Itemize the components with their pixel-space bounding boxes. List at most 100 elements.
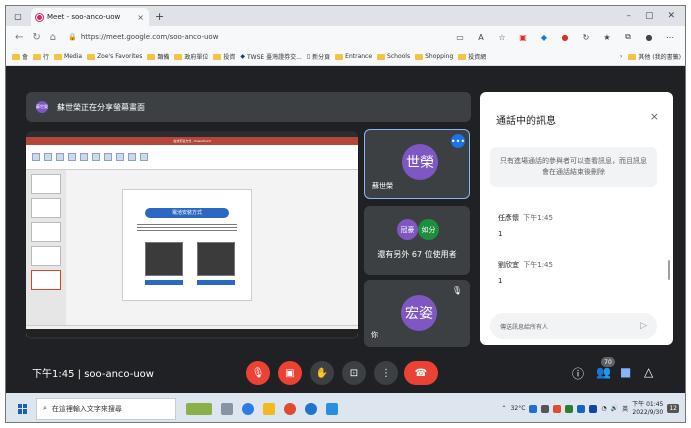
bookmark-folder[interactable]: 會 [12, 52, 28, 61]
folder-icon [335, 53, 344, 60]
back-icon[interactable]: ← [15, 32, 23, 43]
chat-button[interactable]: ■ [620, 365, 631, 379]
news-widget-icon[interactable] [186, 402, 212, 415]
notification-icon[interactable]: 12 [667, 404, 679, 413]
camera-off-icon: ▣ [285, 367, 295, 379]
mic-off-icon: 🎙 [251, 367, 265, 379]
app-available-icon[interactable]: ▭ [455, 32, 465, 42]
bookmark-folder[interactable]: 行 [33, 52, 49, 61]
tray-app-icon[interactable] [577, 404, 586, 413]
more-options-button[interactable]: ⋮ [374, 361, 398, 385]
bookmark-folder[interactable]: 類備 [147, 52, 169, 61]
bookmark-link[interactable]: ◆ TWSE 臺灣證券交... [240, 52, 301, 61]
extension-red2-icon[interactable]: ● [560, 32, 570, 42]
wifi-icon[interactable]: ◔ [601, 405, 606, 412]
meet-area: 蘇世榮 蘇世榮正在分享螢幕畫面 電池安裝方式 - PowerPoint 電池安裝… [6, 66, 685, 393]
refresh-extension-icon[interactable]: ↻ [581, 32, 591, 42]
bookmark-folder[interactable]: 政府單位 [174, 52, 208, 61]
ime-indicator[interactable]: 英 [622, 404, 628, 413]
tab-meet[interactable]: Meet - soo-anco-uow × [31, 8, 149, 26]
message-text: 1 [498, 277, 503, 285]
taskbar-search-input[interactable]: ⌕ 在這裡輸入文字來搜尋 [36, 397, 176, 420]
bookmark-folder[interactable]: 投資網 [458, 52, 486, 61]
tray-app-icon[interactable] [565, 404, 574, 413]
bookmark-folder[interactable]: Shopping [415, 53, 453, 60]
shared-screen[interactable]: 電池安裝方式 - PowerPoint 電池安裝方式 [26, 131, 358, 339]
close-icon[interactable]: × [650, 110, 659, 123]
refresh-icon[interactable]: ↻ [32, 32, 40, 43]
tray-expand-icon[interactable]: ⌃ [502, 405, 507, 412]
search-icon: ⌕ [43, 404, 47, 412]
bookmark-folder[interactable]: Zoe's Favorites [87, 53, 142, 60]
participant-tile-others[interactable]: 冠豪 如分 還有另外 67 位使用者 [364, 206, 470, 275]
url-field[interactable]: 🔒 https://meet.google.com/soo-anco-uow [68, 33, 218, 41]
present-icon: ⊡ [349, 367, 359, 379]
close-window-button[interactable]: ✕ [667, 11, 675, 21]
file-explorer-icon[interactable] [263, 402, 275, 415]
bookmark-folder[interactable]: Entrance [335, 53, 372, 60]
meeting-details-button[interactable]: ⓘ [572, 365, 584, 382]
home-icon[interactable]: ⌂ [50, 32, 56, 43]
bookmark-folder[interactable]: Schools [377, 53, 410, 60]
clock-time: 下午 01:45 [632, 400, 664, 408]
tray-app-icon[interactable] [553, 404, 562, 413]
other-bookmarks[interactable]: 其他 (我的書籤) [628, 52, 681, 61]
bookmarks-more-chevron[interactable]: › [620, 53, 622, 60]
activities-button[interactable]: △ [644, 365, 653, 379]
chat-scrollbar[interactable] [668, 260, 670, 280]
collections-icon[interactable]: ⧉ [623, 32, 633, 42]
edge-icon[interactable] [242, 402, 254, 415]
windows-start-icon[interactable] [18, 403, 28, 414]
chat-input-placeholder: 傳送訊息給所有人 [500, 323, 549, 331]
bookmark-folder[interactable]: Media [54, 53, 82, 60]
more-options-icon[interactable]: ••• [451, 134, 465, 148]
read-aloud-icon[interactable]: A [476, 32, 486, 42]
tray-app-icon[interactable] [541, 404, 550, 413]
people-button[interactable]: 👥 [596, 365, 611, 379]
maximize-button[interactable]: ▢ [645, 11, 654, 21]
bookmark-link[interactable]: ▯ 新分頁 [307, 52, 330, 61]
chrome-icon[interactable] [284, 402, 296, 415]
chat-input[interactable]: 傳送訊息給所有人 ▷ [490, 313, 657, 339]
browser-icon[interactable] [305, 402, 317, 415]
leave-call-button[interactable]: ☎ [404, 361, 438, 385]
slide-text [137, 222, 237, 232]
folder-icon [458, 53, 467, 60]
ribbon-icon [32, 153, 40, 161]
raise-hand-button[interactable]: ✋ [310, 361, 334, 385]
app-icon[interactable] [326, 402, 338, 415]
bookmark-folder[interactable]: 投資 [213, 52, 235, 61]
extension-red-icon[interactable]: ▣ [518, 32, 528, 42]
ribbon-icon [56, 153, 64, 161]
profile-icon[interactable]: ● [644, 32, 654, 42]
favorites-icon[interactable]: ★ [602, 32, 612, 42]
tray-app-icon[interactable] [529, 404, 538, 413]
task-view-icon[interactable] [221, 402, 233, 415]
meet-control-bar: 下午1:45 | soo-anco-uow 🎙 ▣ ✋ ⊡ ⋮ ☎ ⓘ 70 👥… [6, 351, 685, 393]
present-button[interactable]: ⊡ [342, 361, 366, 385]
favorite-star-icon[interactable]: ☆ [497, 32, 507, 42]
new-tab-button[interactable]: + [155, 10, 164, 23]
taskbar-clock[interactable]: 下午 01:45 2022/9/30 [632, 401, 663, 417]
camera-toggle-button[interactable]: ▣ [278, 361, 302, 385]
window-menu-icon[interactable]: ▢ [13, 11, 23, 21]
ribbon-icon [80, 153, 88, 161]
shared-taskbar [26, 329, 358, 337]
folder-icon [147, 53, 156, 60]
people-icon: 👥 [596, 365, 611, 379]
chat-icon: ■ [620, 365, 632, 379]
weather-text[interactable]: 32°C [511, 405, 526, 412]
tab-close-icon[interactable]: × [137, 13, 144, 22]
participant-tile-self[interactable]: 🎙 宏姿 你 [364, 280, 470, 347]
mic-toggle-button[interactable]: 🎙 [246, 361, 270, 385]
tray-app-icon[interactable] [589, 404, 598, 413]
more-options-icon[interactable]: ⋯ [665, 32, 675, 42]
volume-icon[interactable]: 🔊 [611, 405, 618, 412]
send-icon[interactable]: ▷ [640, 321, 647, 331]
participant-tile-presenter[interactable]: ••• 世榮 蘇世榮 [364, 129, 470, 199]
extension-blue-icon[interactable]: ◆ [539, 32, 549, 42]
message-sender: 任彥懷 [498, 214, 519, 222]
slide-image-right [197, 242, 235, 276]
participant-name: 蘇世榮 [372, 182, 393, 190]
minimize-button[interactable]: – [626, 11, 631, 21]
